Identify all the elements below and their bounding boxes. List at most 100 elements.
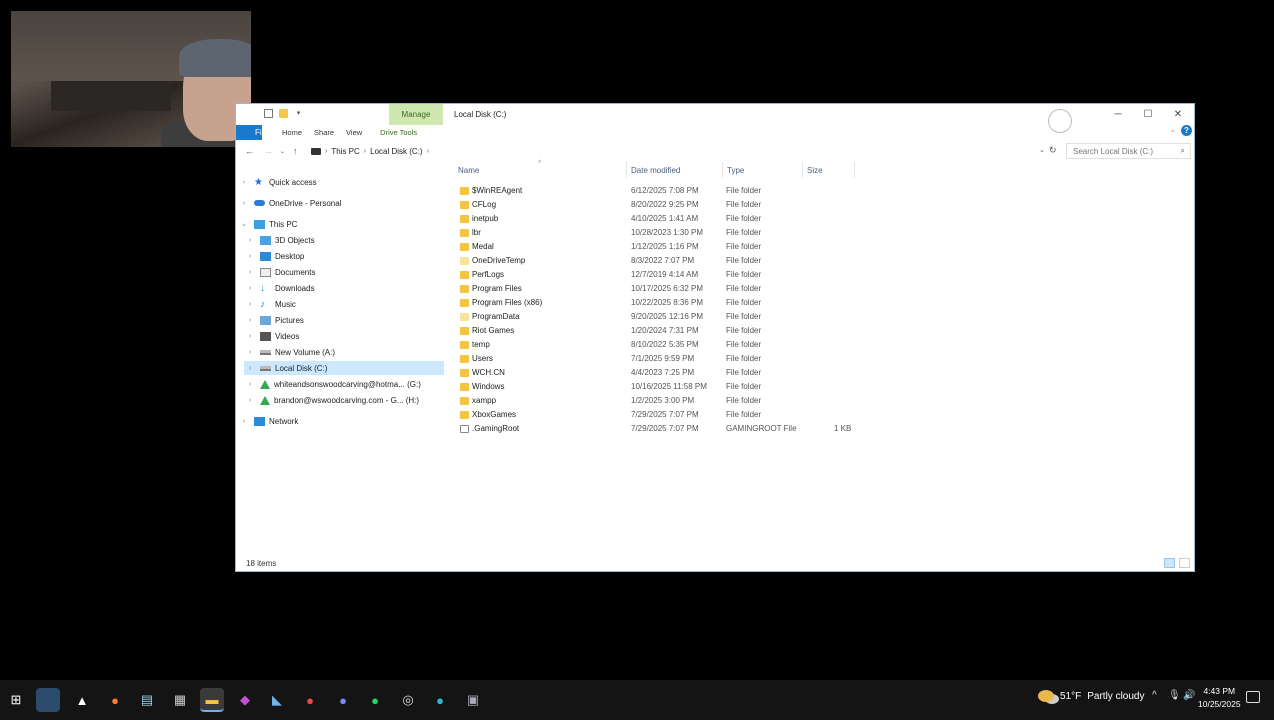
file-row[interactable]: WCH.CN 4/4/2023 7:25 PM File folder <box>456 366 856 380</box>
forward-arrow-icon[interactable]: → <box>264 146 273 156</box>
breadcrumb-separator-icon[interactable]: › <box>427 148 429 155</box>
file-row[interactable]: Riot Games 1/20/2024 7:31 PM File folder <box>456 324 856 338</box>
nav-item-videos[interactable]: › Videos <box>249 329 299 343</box>
notepad-icon[interactable]: ▤ <box>135 688 159 712</box>
file-row[interactable]: lbr 10/28/2023 1:30 PM File folder <box>456 226 856 240</box>
nav-item-google-drive-g[interactable]: › whiteandsonswoodcarving@hotma... (G:) <box>249 377 421 391</box>
large-icons-view-button[interactable] <box>1179 558 1190 568</box>
back-arrow-icon[interactable]: ← <box>245 146 254 156</box>
nav-item-local-disk[interactable]: › Local Disk (C:) <box>244 361 444 375</box>
app-icon[interactable]: ◆ <box>233 688 257 712</box>
task-manager-icon[interactable] <box>36 688 60 712</box>
manage-tab[interactable]: Manage <box>389 104 443 125</box>
weather-widget[interactable]: 51°F Partly cloudy <box>1038 690 1144 702</box>
tab-file[interactable]: File <box>236 125 262 140</box>
volume-icon[interactable]: 🔊 <box>1183 690 1195 701</box>
file-row[interactable]: Medal 1/12/2025 1:16 PM File folder <box>456 240 856 254</box>
search-input[interactable] <box>1073 146 1173 156</box>
taskbar-clock[interactable]: 4:43 PM 10/25/2025 <box>1198 685 1241 711</box>
tab-share[interactable]: Share <box>314 128 334 137</box>
minimize-button[interactable]: ─ <box>1104 106 1132 124</box>
expand-chevron-icon[interactable]: › <box>246 253 254 260</box>
steam-icon[interactable]: ◣ <box>265 688 289 712</box>
file-row[interactable]: inetpub 4/10/2025 1:41 AM File folder <box>456 212 856 226</box>
nav-item-downloads[interactable]: › ↓ Downloads <box>249 281 315 295</box>
expand-chevron-icon[interactable]: › <box>246 317 254 324</box>
expand-chevron-icon[interactable]: › <box>246 285 254 292</box>
chevron-down-icon[interactable]: ▾ <box>294 109 303 118</box>
app-icon[interactable]: ▣ <box>461 688 485 712</box>
column-header-type[interactable]: Type <box>727 166 744 175</box>
firefox-icon[interactable]: ● <box>103 688 127 712</box>
file-row[interactable]: CFLog 8/20/2022 9:25 PM File folder <box>456 198 856 212</box>
column-divider[interactable] <box>626 162 627 178</box>
expand-chevron-icon[interactable]: › <box>246 301 254 308</box>
file-explorer-icon[interactable]: ▬ <box>200 688 224 712</box>
expand-ribbon-icon[interactable]: ⌄ <box>1170 126 1176 134</box>
tab-view[interactable]: View <box>346 128 362 137</box>
search-box[interactable]: ⌕ <box>1066 143 1191 159</box>
recent-locations-icon[interactable]: ⌄ <box>280 148 285 155</box>
obs-icon[interactable]: ◎ <box>396 688 420 712</box>
file-row[interactable]: Program Files 10/17/2025 6:32 PM File fold… <box>456 282 856 296</box>
column-header-size[interactable]: Size <box>807 166 823 175</box>
file-row[interactable]: Users 7/1/2025 9:59 PM File folder <box>456 352 856 366</box>
windows-start-icon[interactable]: ⊞ <box>4 688 28 712</box>
column-header-date[interactable]: Date modified <box>631 166 680 175</box>
discord-icon[interactable]: ● <box>331 688 355 712</box>
file-row[interactable]: Windows 10/16/2025 11:58 PM File folder <box>456 380 856 394</box>
expand-chevron-icon[interactable]: › <box>246 333 254 340</box>
expand-chevron-icon[interactable]: › <box>246 349 254 356</box>
edge-icon[interactable]: ● <box>428 688 452 712</box>
column-header-name[interactable]: Name <box>458 166 479 175</box>
nav-item-this-pc[interactable]: ⌄ This PC <box>241 217 297 231</box>
file-row[interactable]: XboxGames 7/29/2025 7:07 PM File folder <box>456 408 856 422</box>
breadcrumb-this-pc[interactable]: This PC <box>331 147 359 156</box>
steam-icon[interactable]: ▲ <box>70 688 94 712</box>
nav-item-3d-objects[interactable]: › 3D Objects <box>249 233 315 247</box>
nav-item-google-drive-h[interactable]: › brandon@wswoodcarving.com - G... (H:) <box>249 393 419 407</box>
address-bar[interactable]: › This PC › Local Disk (C:) › <box>307 144 1052 159</box>
nav-item-documents[interactable]: › Documents <box>249 265 315 279</box>
expand-chevron-icon[interactable]: › <box>240 179 248 186</box>
expand-chevron-icon[interactable]: › <box>240 200 248 207</box>
nav-item-music[interactable]: › ♪ Music <box>249 297 296 311</box>
column-divider[interactable] <box>854 162 855 178</box>
nav-item-new-volume[interactable]: › New Volume (A:) <box>249 345 335 359</box>
notification-center-icon[interactable] <box>1246 691 1260 703</box>
nav-item-onedrive[interactable]: › OneDrive - Personal <box>243 196 342 210</box>
tab-drive-tools[interactable]: Drive Tools <box>380 128 417 137</box>
microphone-icon[interactable]: 🎙 <box>1168 690 1181 701</box>
refresh-icon[interactable]: ↻ <box>1049 145 1057 156</box>
nav-item-quick-access[interactable]: › ★ Quick access <box>243 175 317 189</box>
breadcrumb-separator-icon[interactable]: › <box>325 148 327 155</box>
address-dropdown-icon[interactable]: ⌄ <box>1039 146 1045 154</box>
spotify-icon[interactable]: ● <box>363 688 387 712</box>
tab-home[interactable]: Home <box>282 128 302 137</box>
nav-item-pictures[interactable]: › Pictures <box>249 313 304 327</box>
maximize-button[interactable]: ☐ <box>1134 106 1162 124</box>
breadcrumb-local-disk[interactable]: Local Disk (C:) <box>370 147 422 156</box>
expand-chevron-icon[interactable]: › <box>246 237 254 244</box>
file-row[interactable]: temp 8/10/2022 5:35 PM File folder <box>456 338 856 352</box>
expand-chevron-icon[interactable]: › <box>246 381 254 388</box>
column-divider[interactable] <box>722 162 723 178</box>
close-button[interactable]: ✕ <box>1164 106 1192 124</box>
file-row[interactable]: .GamingRoot 7/29/2025 7:07 PM GAMINGROOT F… <box>456 422 856 436</box>
nav-item-desktop[interactable]: › Desktop <box>249 249 304 263</box>
file-row[interactable]: OneDriveTemp 8/3/2022 7:07 PM File folder <box>456 254 856 268</box>
up-arrow-icon[interactable]: ↑ <box>293 146 298 156</box>
properties-icon[interactable] <box>264 109 273 118</box>
file-row[interactable]: PerfLogs 12/7/2019 4:14 AM File folder <box>456 268 856 282</box>
show-hidden-icons-icon[interactable]: ^ <box>1152 690 1157 701</box>
details-view-button[interactable] <box>1164 558 1175 568</box>
file-row[interactable]: Program Files (x86) 10/22/2025 8:36 PM Fil… <box>456 296 856 310</box>
new-folder-icon[interactable] <box>279 109 288 118</box>
file-row[interactable]: ProgramData 9/20/2025 12:16 PM File folder <box>456 310 856 324</box>
maps-icon[interactable]: ● <box>298 688 322 712</box>
collapse-chevron-icon[interactable]: ⌄ <box>240 220 248 228</box>
file-row[interactable]: $WinREAgent 6/12/2025 7:08 PM File folder <box>456 184 856 198</box>
breadcrumb-separator-icon[interactable]: › <box>364 148 366 155</box>
help-icon[interactable]: ? <box>1181 125 1192 136</box>
expand-chevron-icon[interactable]: › <box>246 365 254 372</box>
